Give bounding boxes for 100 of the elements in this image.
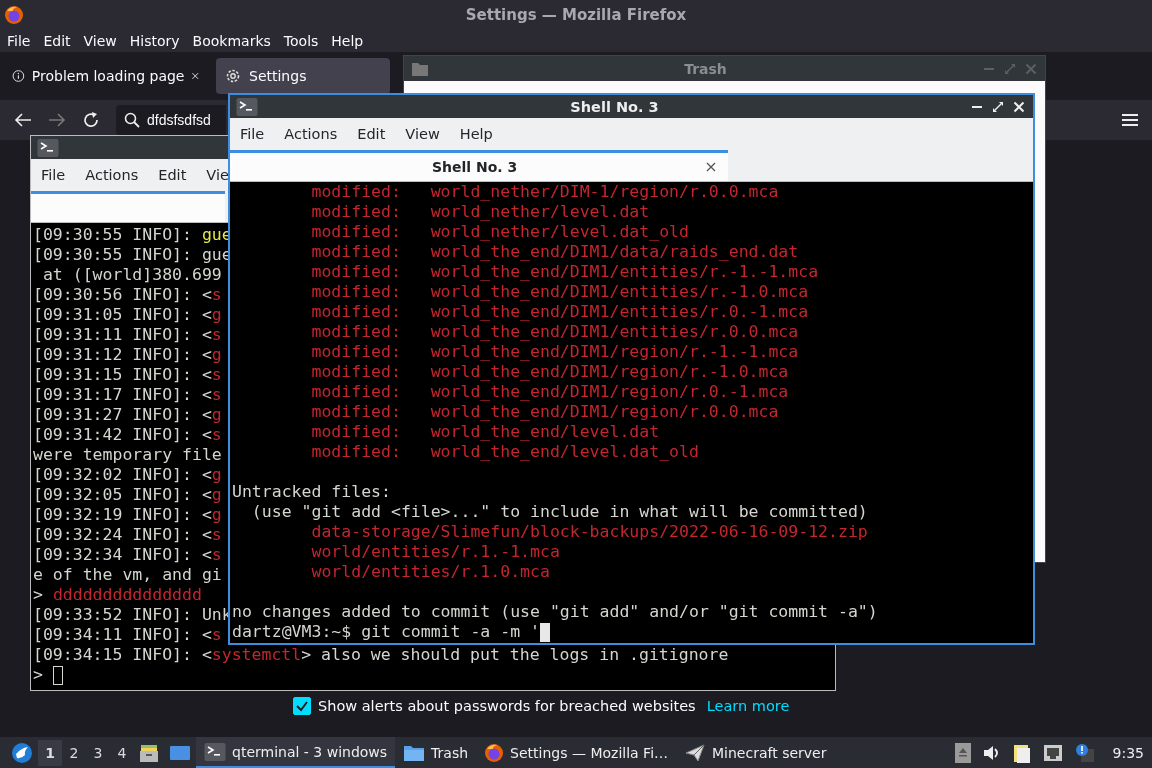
terminal-line: [09:31:17 INFO]: <s	[33, 385, 222, 405]
volume-icon[interactable]	[982, 744, 1001, 761]
terminal-line: modified: world_the_end/level.dat	[310, 422, 660, 442]
tab-label: Settings	[249, 68, 308, 84]
terminal-line: modified: world_the_end/level.dat_old	[310, 442, 699, 462]
terminal-line: at ([world]380.699	[41, 265, 222, 285]
terminal-line: modified: world_nether/level.dat_old	[310, 222, 689, 242]
menu-item[interactable]: Help	[459, 126, 493, 142]
reload-icon[interactable]	[82, 111, 100, 129]
terminal-line: e of the vm, and gi	[33, 565, 222, 585]
terminal-line: [09:31:27 INFO]: <g	[33, 405, 222, 425]
checkmark-icon	[295, 699, 309, 713]
menu-item[interactable]: File	[7, 33, 31, 49]
menu-icon[interactable]	[1122, 113, 1138, 127]
terminal-line: [09:32:02 INFO]: <g	[33, 465, 222, 485]
terminal-line: modified: world_the_end/DIM1/region/r.-1.-1.mca	[310, 342, 799, 362]
search-icon	[124, 112, 140, 128]
window-title: Settings — Mozilla Firefox	[465, 6, 687, 24]
terminal-line: [09:34:15 INFO]: <systemctl> also we should put the logs in .gitignore	[33, 645, 729, 665]
taskbar-task[interactable]: qterminal - 3 windows	[196, 737, 396, 768]
desktop-button[interactable]: 2	[62, 739, 86, 766]
clipboard-icon[interactable]	[1012, 742, 1031, 763]
terminal-line: [09:32:05 INFO]: <g	[33, 485, 222, 505]
gear-icon	[224, 67, 242, 85]
window-title: Shell No. 3	[569, 98, 660, 115]
menu-item[interactable]: Actions	[85, 167, 139, 183]
terminal-line: > ddddddddddddddd	[33, 585, 202, 605]
terminal-icon	[236, 96, 258, 117]
terminal-line: were temporary file	[33, 445, 222, 465]
window-title: Trash	[683, 60, 728, 77]
terminal-line: Untracked files:	[232, 482, 391, 502]
menu-item[interactable]: Help	[331, 33, 364, 49]
terminal-line: data-storage/Slimefun/block-backups/2022-06-16-09-12.zip	[310, 522, 868, 542]
learn-more-link[interactable]: Learn more	[706, 698, 790, 714]
desktop-button[interactable]: 4	[110, 739, 134, 766]
menu-item[interactable]: History	[129, 33, 180, 49]
terminal-line: modified: world_the_end/DIM1/entities/r.-1.0.mca	[310, 282, 809, 302]
paper-plane-icon	[684, 742, 707, 763]
menu-item[interactable]: Actions	[284, 126, 338, 142]
file-cabinet-icon[interactable]	[139, 742, 159, 763]
menu-item[interactable]: Bookmarks	[192, 33, 271, 49]
desktop-button[interactable]: 3	[86, 739, 110, 766]
terminal-line: no changes added to commit (use "git add" and/or "git commit -a")	[232, 602, 878, 622]
menu-item[interactable]: View	[405, 126, 440, 142]
terminal-line: modified: world_the_end/DIM1/entities/r.0.-1.mca	[310, 302, 809, 322]
taskbar-task[interactable]: Trash	[395, 737, 477, 768]
close-icon[interactable]	[706, 162, 716, 172]
firefox-icon	[484, 742, 505, 763]
back-arrow-icon[interactable]	[14, 112, 32, 128]
firefox-logo-icon	[4, 5, 24, 25]
taskbar-task[interactable]: Minecraft server	[676, 737, 835, 768]
terminal-icon	[204, 741, 226, 762]
terminal-line: [09:31:11 INFO]: <s	[33, 325, 222, 345]
browser-tab[interactable]: Problem loading page	[4, 58, 208, 94]
terminal-line: [09:34:11 INFO]: <s	[33, 625, 222, 645]
terminal-line: (use "git add <file>..." to include in what will be committed)	[250, 502, 868, 522]
terminal-line: modified: world_the_end/DIM1/region/r.0.-1.mca	[310, 382, 789, 402]
menu-item[interactable]: View	[83, 33, 117, 49]
menu-item[interactable]: Vie	[206, 167, 229, 183]
terminal-line: modified: world_nether/level.dat	[310, 202, 650, 222]
terminal-line: [09:32:19 INFO]: <g	[33, 505, 222, 525]
network-icon[interactable]	[1042, 743, 1063, 762]
menu-item[interactable]: Tools	[283, 33, 319, 49]
terminal-line: dartz@VM3:~$ git commit -a -m '	[232, 622, 540, 642]
checkbox[interactable]	[293, 697, 311, 715]
terminal-tab[interactable]: Shell No. 3	[230, 150, 728, 181]
info-icon	[12, 67, 25, 85]
taskbar-task[interactable]: Settings — Mozilla Fi…	[476, 737, 677, 768]
address-bar[interactable]: dfdsfsdfsd	[116, 105, 226, 135]
eject-icon[interactable]	[954, 742, 971, 763]
folder-icon	[412, 61, 428, 76]
terminal-line: modified: world_the_end/DIM1/entities/r.0.0.mca	[310, 322, 799, 342]
terminal-line: modified: world_the_end/DIM1/region/r.0.0.mca	[310, 402, 779, 422]
terminal-line: [09:31:15 INFO]: <s	[33, 365, 222, 385]
desktop-button[interactable]: 1	[38, 739, 62, 766]
terminal-line: [09:31:42 INFO]: <s	[33, 425, 222, 445]
terminal-tab[interactable]	[31, 191, 225, 222]
menu-item[interactable]: Edit	[43, 33, 71, 49]
terminal-line: modified: world_nether/DIM-1/region/r.0.0.mca	[310, 182, 779, 202]
start-menu-icon[interactable]	[11, 741, 33, 764]
terminal-line: modified: world_the_end/DIM1/data/raids_end.dat	[310, 242, 799, 262]
tab-label: Problem loading page	[31, 68, 185, 84]
notification-icon[interactable]	[1074, 742, 1095, 763]
terminal-line: world/entities/r.1.0.mca	[310, 562, 550, 582]
terminal-line: [09:30:56 INFO]: <s	[33, 285, 222, 305]
terminal-line: [09:31:05 INFO]: <g	[33, 305, 222, 325]
menu-item[interactable]: File	[41, 167, 66, 183]
maximize-icon[interactable]	[992, 100, 1004, 113]
menu-item[interactable]: File	[240, 126, 265, 142]
browser-tab[interactable]: Settings	[216, 58, 390, 94]
menu-item[interactable]: Edit	[357, 126, 386, 142]
terminal-line: [09:32:24 INFO]: <s	[33, 525, 222, 545]
checkbox-label: Show alerts about passwords for breached websites	[318, 698, 696, 714]
menu-item[interactable]: Edit	[158, 167, 187, 183]
terminal-icon	[37, 137, 59, 158]
forward-arrow-icon[interactable]	[48, 112, 66, 128]
terminal-line: >	[33, 665, 44, 685]
close-icon[interactable]	[191, 70, 200, 82]
terminal-line: world/entities/r.1.-1.mca	[310, 542, 560, 562]
terminal-line: [09:32:34 INFO]: <s	[33, 545, 222, 565]
